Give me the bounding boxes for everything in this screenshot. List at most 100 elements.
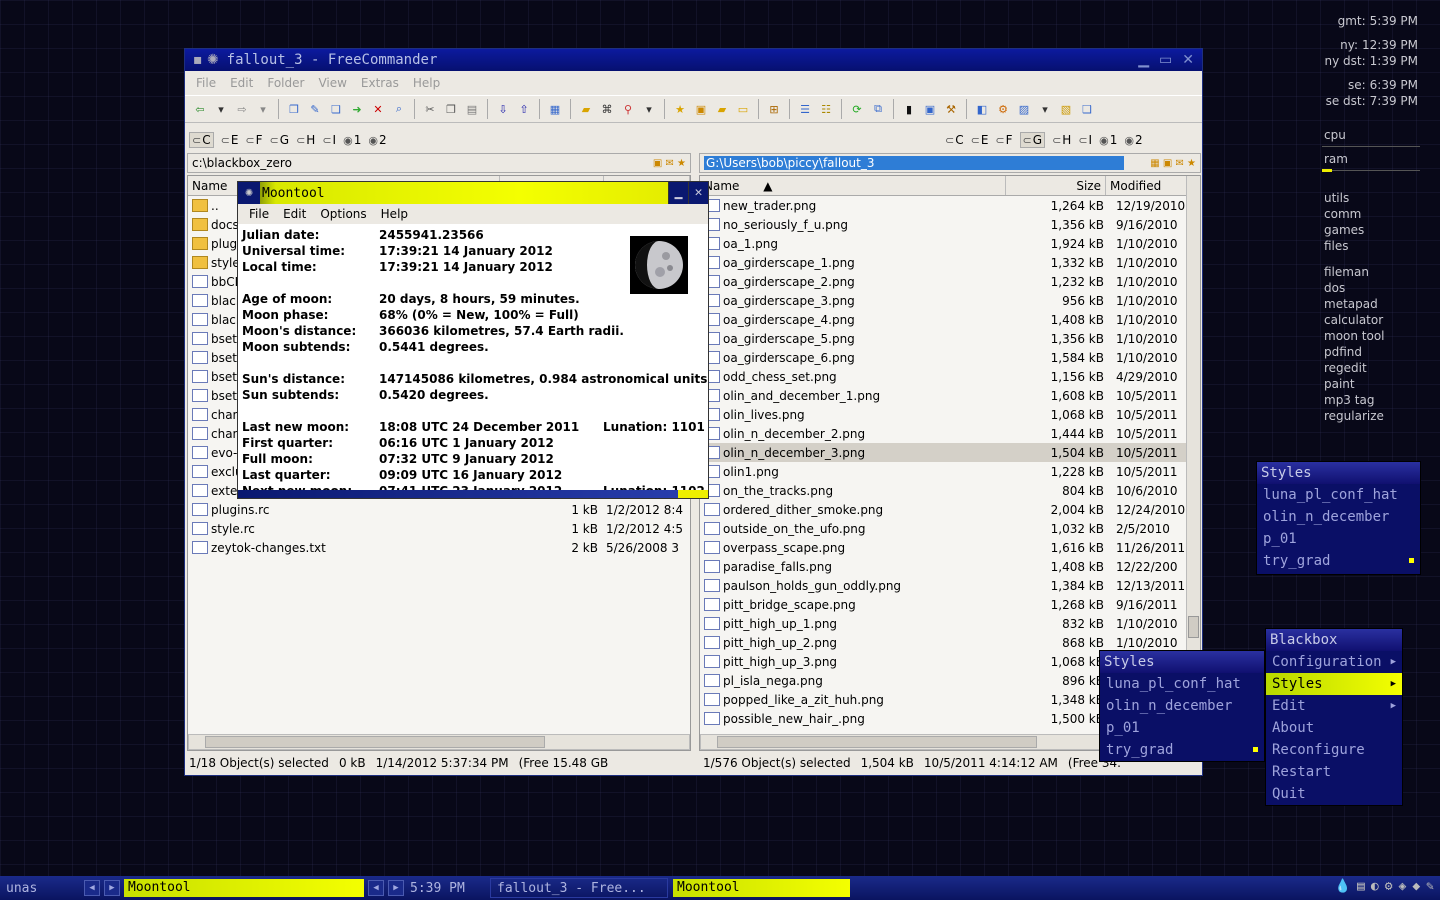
menu-item-p-01[interactable]: p_01 — [1257, 528, 1420, 550]
dropdown-icon[interactable]: ▾ — [640, 100, 658, 118]
pack-icon[interactable]: ⇩ — [494, 100, 512, 118]
table-row[interactable]: pitt_high_up_1.png 832 kB 1/10/2010 — [700, 614, 1200, 633]
console-icon[interactable]: ▮ — [900, 100, 918, 118]
table-row[interactable]: oa_girderscape_1.png 1,332 kB 1/10/2010 — [700, 253, 1200, 272]
dropdown-icon[interactable]: ▾ — [212, 100, 230, 118]
right-path-bar[interactable]: G:\Users\bob\piccy\fallout_3 ▦ ▣ ✉ ★ — [699, 153, 1201, 173]
table-row[interactable]: ordered_dither_smoke.png 2,004 kB 12/24/20… — [700, 500, 1200, 519]
menu-item-quit[interactable]: Quit — [1266, 783, 1402, 805]
launcher-item[interactable]: metapad — [1324, 296, 1385, 312]
table-row[interactable]: oa_girderscape_2.png 1,232 kB 1/10/2010 — [700, 272, 1200, 291]
menu-item-p-01[interactable]: p_01 — [1100, 717, 1264, 739]
table-row[interactable]: oa_1.png 1,924 kB 1/10/2010 — [700, 234, 1200, 253]
launcher-item[interactable]: files — [1324, 238, 1364, 254]
drive-button-1[interactable]: ◉ 1 — [1099, 133, 1117, 147]
menu-item-reconfigure[interactable]: Reconfigure — [1266, 739, 1402, 761]
zip-icon[interactable]: ▧ — [1057, 100, 1075, 118]
launcher-item[interactable]: calculator — [1324, 312, 1385, 328]
table-row[interactable]: outside_on_the_ufo.png 1,032 kB 2/5/2010 — [700, 519, 1200, 538]
menu-item-olin-n-december[interactable]: olin_n_december — [1100, 695, 1264, 717]
menu-item-restart[interactable]: Restart — [1266, 761, 1402, 783]
menu-file[interactable]: File — [189, 76, 223, 90]
dropdown-icon[interactable]: ▾ — [1036, 100, 1054, 118]
menu-help[interactable]: Help — [406, 76, 447, 90]
filter-icon[interactable]: ⚲ — [619, 100, 637, 118]
image-icon[interactable]: ▣ — [692, 100, 710, 118]
menu-options[interactable]: Options — [313, 207, 373, 221]
launcher-item[interactable]: fileman — [1324, 264, 1385, 280]
menu-item-luna-pl-conf-hat[interactable]: luna_pl_conf_hat — [1257, 484, 1420, 506]
menu-item-configuration[interactable]: Configuration ▶ — [1266, 651, 1402, 673]
workspace-name[interactable]: unas — [6, 881, 37, 896]
monitor-icon[interactable]: ▤ — [1357, 879, 1365, 894]
move-icon[interactable]: ➜ — [348, 100, 366, 118]
drive-button-f[interactable]: ⊂ F — [995, 133, 1012, 147]
right-vscrollbar[interactable] — [1186, 176, 1200, 732]
path-history-icon[interactable]: ▣ ✉ ★ — [653, 158, 690, 169]
list-item[interactable]: zeytok-changes.txt 2 kB 5/26/2008 3 — [188, 538, 690, 557]
next-workspace-button[interactable]: ▶ — [104, 880, 120, 896]
refresh-icon[interactable]: ⟳ — [848, 100, 866, 118]
prev-window-button[interactable]: ◀ — [368, 880, 384, 896]
drive-button-e[interactable]: ⊂ E — [971, 133, 989, 147]
unpack-icon[interactable]: ⇧ — [515, 100, 533, 118]
table-row[interactable]: oa_girderscape_3.png 956 kB 1/10/2010 — [700, 291, 1200, 310]
menu-extras[interactable]: Extras — [354, 76, 406, 90]
table-row[interactable]: olin1.png 1,228 kB 10/5/2011 — [700, 462, 1200, 481]
table-row[interactable]: pitt_bridge_scape.png 1,268 kB 9/16/2011 — [700, 595, 1200, 614]
table-row[interactable]: olin_lives.png 1,068 kB 10/5/2011 — [700, 405, 1200, 424]
binoculars-icon[interactable]: ⌘ — [598, 100, 616, 118]
drive-button-e[interactable]: ⊂ E — [221, 133, 239, 147]
close-icon[interactable]: ✕ — [688, 182, 708, 204]
table-row[interactable]: oa_girderscape_4.png 1,408 kB 1/10/2010 — [700, 310, 1200, 329]
menu-item-edit[interactable]: Edit ▶ — [1266, 695, 1402, 717]
menu-item-luna-pl-conf-hat[interactable]: luna_pl_conf_hat — [1100, 673, 1264, 695]
table-row[interactable]: on_the_tracks.png 804 kB 10/6/2010 — [700, 481, 1200, 500]
menu-folder[interactable]: Folder — [260, 76, 311, 90]
favorite-icon[interactable]: ★ — [671, 100, 689, 118]
table-row[interactable]: olin_n_december_3.png 1,504 kB 10/5/2011 — [700, 443, 1200, 462]
table-row[interactable]: new_trader.png 1,264 kB 12/19/2010 — [700, 196, 1200, 215]
detail-view-icon[interactable]: ☷ — [817, 100, 835, 118]
drop-icon[interactable]: 💧 — [1335, 879, 1351, 894]
list-item[interactable]: plugins.rc 1 kB 1/2/2012 8:4 — [188, 500, 690, 519]
edit-icon[interactable]: ✎ — [306, 100, 324, 118]
task-freecommander[interactable]: fallout_3 - Free... — [490, 878, 668, 898]
copy-icon[interactable]: ❐ — [285, 100, 303, 118]
window-menu-icon[interactable]: ▪ ✺ — [193, 52, 219, 68]
dropdown-icon[interactable]: ▾ — [254, 100, 272, 118]
tools-icon[interactable]: ⚒ — [942, 100, 960, 118]
next-window-button[interactable]: ▶ — [388, 880, 404, 896]
task-moontool[interactable]: Moontool — [673, 879, 850, 897]
minimize-icon[interactable]: ▁ — [1138, 52, 1149, 68]
gear-icon[interactable]: ⚙ — [1385, 879, 1393, 894]
minimize-icon[interactable]: ▁ — [668, 182, 688, 204]
fc-titlebar[interactable]: ▪ ✺ fallout_3 - FreeCommander ▁ ▭ ✕ — [185, 49, 1202, 71]
paste-icon[interactable]: ▤ — [463, 100, 481, 118]
drive-button-2[interactable]: ◉ 2 — [368, 133, 386, 147]
table-row[interactable]: no_seriously_f_u.png 1,356 kB 9/16/2010 — [700, 215, 1200, 234]
view-icon[interactable]: ▦ — [546, 100, 564, 118]
close-icon[interactable]: ✕ — [1182, 52, 1194, 68]
launcher-item[interactable]: moon tool — [1324, 328, 1385, 344]
drive-button-c[interactable]: ⊂ C — [945, 133, 964, 147]
forward-icon[interactable]: ⇨ — [233, 100, 251, 118]
menu-view[interactable]: View — [311, 76, 353, 90]
left-hscrollbar[interactable] — [188, 734, 690, 750]
menu-help[interactable]: Help — [374, 207, 415, 221]
column-name[interactable]: Name ▲ — [700, 176, 1006, 195]
drive-button-1[interactable]: ◉ 1 — [343, 133, 361, 147]
left-path-bar[interactable]: c:\blackbox_zero ▣ ✉ ★ — [187, 153, 691, 173]
table-row[interactable]: oa_girderscape_5.png 1,356 kB 1/10/2010 — [700, 329, 1200, 348]
table-row[interactable]: paulson_holds_gun_oddly.png 1,384 kB 12/13… — [700, 576, 1200, 595]
menu-item-about[interactable]: About — [1266, 717, 1402, 739]
menu-item-styles[interactable]: Styles ▶ — [1266, 673, 1402, 695]
find-icon[interactable]: ⌕ — [390, 100, 408, 118]
tree-view-icon[interactable]: ⊞ — [765, 100, 783, 118]
drive-button-h[interactable]: ⊂ H — [1052, 133, 1071, 147]
table-row[interactable]: odd_chess_set.png 1,156 kB 4/29/2010 — [700, 367, 1200, 386]
swap-icon[interactable]: ⧉ — [869, 100, 887, 118]
launcher-item[interactable]: pdfind — [1324, 344, 1385, 360]
shield-icon[interactable]: ◐ — [1371, 879, 1379, 894]
menu-item-try-grad[interactable]: try_grad — [1100, 739, 1264, 761]
